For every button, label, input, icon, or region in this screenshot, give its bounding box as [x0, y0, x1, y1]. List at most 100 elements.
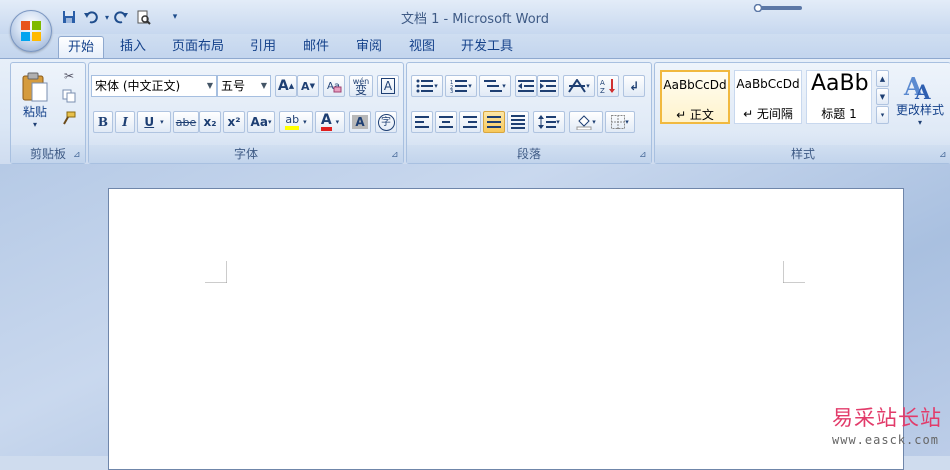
change-styles-icon: AA — [903, 72, 931, 101]
font-group-label: 字体 — [89, 145, 403, 163]
print-preview-icon[interactable] — [134, 8, 152, 26]
enclose-characters-button[interactable]: 字 — [375, 111, 397, 133]
align-right-button[interactable] — [459, 111, 481, 133]
shrink-font-button[interactable]: A ▼ — [297, 75, 319, 97]
align-center-button[interactable] — [435, 111, 457, 133]
font-size-value: 五号 — [221, 79, 246, 93]
chevron-down-icon: ▾ — [335, 118, 340, 126]
styles-more-button[interactable]: ▾ — [876, 106, 889, 124]
sort-icon: AZ — [600, 79, 615, 94]
style-name: 标题 1 — [821, 107, 857, 121]
chevron-up-icon: ▲ — [879, 74, 886, 83]
change-case-icon: Aa — [250, 115, 268, 129]
increase-indent-icon — [540, 80, 556, 92]
pilcrow-icon: ↲ — [628, 79, 640, 93]
bullets-button[interactable]: ▾ — [411, 75, 443, 97]
highlight-button[interactable]: ab ▾ — [279, 111, 313, 133]
character-shading-button[interactable]: A — [349, 111, 371, 133]
font-launcher-icon[interactable]: ⊿ — [391, 150, 401, 160]
format-painter-icon — [63, 111, 76, 125]
justify-icon — [487, 116, 501, 128]
bold-button[interactable]: B — [93, 111, 113, 133]
clipboard-launcher-icon[interactable]: ⊿ — [73, 150, 83, 160]
strikethrough-button[interactable]: abe — [173, 111, 199, 133]
clipboard-group: 粘贴 ▾ ✂ 剪贴板 ⊿ — [10, 62, 86, 164]
paragraph-launcher-icon[interactable]: ⊿ — [639, 150, 649, 160]
character-border-button[interactable]: A — [377, 75, 399, 97]
tab-view[interactable]: 视图 — [402, 36, 442, 58]
tab-mailings[interactable]: 邮件 — [296, 36, 336, 58]
font-color-button[interactable]: A ▾ — [315, 111, 345, 133]
tab-review[interactable]: 审阅 — [350, 36, 388, 58]
sort-button[interactable]: AZ — [597, 75, 619, 97]
numbering-button[interactable]: 1 2 3 ▾ — [445, 75, 477, 97]
change-styles-label: 更改样式 — [895, 103, 944, 117]
style-no-spacing[interactable]: AaBbCcDd ↵ 无间隔 — [734, 70, 802, 124]
subscript-icon: x₂ — [203, 115, 217, 129]
tab-insert[interactable]: 插入 — [112, 36, 154, 58]
line-spacing-icon — [538, 115, 557, 129]
increase-indent-button[interactable] — [537, 75, 559, 97]
copy-button[interactable] — [59, 87, 79, 105]
multilevel-list-button[interactable]: ▾ — [479, 75, 511, 97]
tab-page-layout[interactable]: 页面布局 — [166, 36, 230, 58]
align-left-button[interactable] — [411, 111, 433, 133]
save-icon[interactable] — [60, 8, 78, 26]
chevron-down-icon: ▾ — [434, 82, 438, 90]
office-button[interactable] — [10, 10, 52, 52]
bold-icon: B — [97, 115, 109, 129]
cut-icon: ✂ — [63, 69, 75, 83]
style-preview: AaBbCcDd — [736, 77, 800, 91]
font-size-combo[interactable]: 五号 ▼ — [217, 75, 271, 97]
zoom-slider[interactable] — [752, 1, 802, 13]
style-name: ↵ 正文 — [676, 108, 714, 122]
align-right-icon — [463, 116, 477, 128]
paste-dropdown-icon: ▾ — [32, 120, 37, 129]
change-styles-button[interactable]: AA 更改样式 ▾ — [892, 64, 948, 134]
underline-button[interactable]: U ▾ — [137, 111, 171, 133]
styles-launcher-icon[interactable]: ⊿ — [939, 150, 949, 160]
font-name-combo[interactable]: 宋体 (中文正文) ▼ — [91, 75, 217, 97]
document-page[interactable] — [108, 188, 904, 470]
phonetic-guide-button[interactable]: wén 变 — [349, 75, 373, 97]
tab-home[interactable]: 开始 — [58, 36, 104, 59]
paste-label: 粘贴 — [22, 105, 47, 119]
styles-scroll-down-button[interactable]: ▼ — [876, 88, 889, 105]
paste-button[interactable]: 粘贴 ▾ — [15, 67, 55, 133]
chinese-layout-button[interactable]: ▾ — [563, 75, 595, 97]
cut-button[interactable]: ✂ — [59, 67, 79, 85]
redo-icon[interactable] — [112, 8, 130, 26]
superscript-button[interactable]: x² — [223, 111, 245, 133]
style-heading-1[interactable]: AaBb 标题 1 — [806, 70, 872, 124]
chevron-down-icon: ▾ — [160, 118, 164, 126]
chevron-down-icon: ▾ — [592, 118, 596, 126]
clear-format-button[interactable]: Aa — [323, 75, 345, 97]
line-spacing-button[interactable]: ▾ — [533, 111, 565, 133]
phonetic-char: 变 — [354, 83, 367, 97]
borders-button[interactable]: ▾ — [605, 111, 635, 133]
tab-developer[interactable]: 开发工具 — [456, 36, 518, 58]
style-preview: AaBbCcDd — [663, 78, 727, 92]
chevron-down-icon: ▾ — [502, 82, 506, 90]
tab-references[interactable]: 引用 — [244, 36, 282, 58]
justify-button[interactable] — [483, 111, 505, 133]
align-left-icon — [415, 116, 429, 128]
paragraph-group-label: 段落 — [407, 145, 651, 163]
shading-button[interactable]: ▾ — [569, 111, 603, 133]
style-normal[interactable]: AaBbCcDd ↵ 正文 — [660, 70, 730, 124]
shrink-font-icon: A — [301, 79, 310, 93]
show-formatting-button[interactable]: ↲ — [623, 75, 645, 97]
format-painter-button[interactable] — [59, 109, 79, 127]
styles-scroll-up-button[interactable]: ▲ — [876, 70, 889, 87]
svg-text:A: A — [600, 79, 605, 87]
subscript-button[interactable]: x₂ — [199, 111, 221, 133]
distributed-button[interactable] — [507, 111, 529, 133]
clear-format-icon: Aa — [327, 81, 342, 93]
italic-button[interactable]: I — [115, 111, 135, 133]
highlight-icon: ab — [285, 114, 300, 130]
grow-font-button[interactable]: A ▲ — [275, 75, 297, 97]
change-case-button[interactable]: Aa ▾ — [247, 111, 275, 133]
customize-qat-icon[interactable]: ▾ — [166, 8, 184, 26]
numbering-icon: 123 — [450, 80, 468, 93]
decrease-indent-button[interactable] — [515, 75, 537, 97]
